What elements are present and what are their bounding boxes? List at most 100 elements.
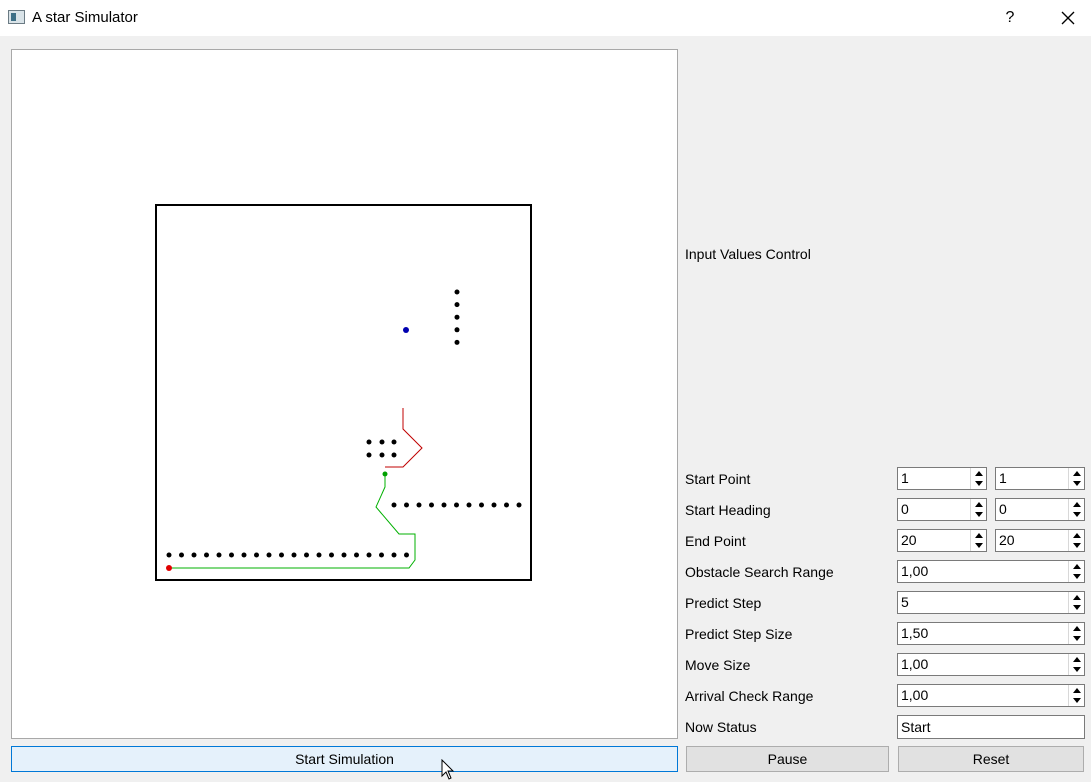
obstacle-dot (454, 327, 460, 333)
predict-step-label: Predict Step (685, 595, 762, 611)
spinbox-value: 20 (999, 532, 1015, 548)
obstacle-dot (316, 552, 322, 558)
spinbox-value: 1,00 (901, 656, 929, 672)
obstacle-dot (241, 552, 247, 558)
end-point-y-spinbox[interactable]: 20 (995, 529, 1085, 552)
spin-down-arrow-icon[interactable] (1070, 571, 1084, 581)
start-heading-label: Start Heading (685, 502, 771, 518)
window-title: A star Simulator (32, 9, 138, 26)
spin-up-arrow-icon[interactable] (1070, 530, 1084, 540)
predict-step-size-label: Predict Step Size (685, 626, 793, 642)
obstacle-search-range-spinbox[interactable]: 1,00 (897, 560, 1085, 583)
spin-up-arrow-icon[interactable] (1070, 685, 1084, 695)
obstacle-dot (191, 552, 197, 558)
spinbox-value: 1,50 (901, 625, 929, 641)
start-simulation-button[interactable]: Start Simulation (11, 746, 678, 772)
spinbox-value: 0 (999, 501, 1007, 517)
end-point-x-spinbox[interactable]: 20 (897, 529, 987, 552)
obstacle-dot (179, 552, 184, 558)
start-heading-a-spinbox[interactable]: 0 (897, 498, 987, 521)
obstacle-dot (441, 502, 447, 508)
end-point-label: End Point (685, 533, 746, 549)
spin-down-arrow-icon[interactable] (1070, 509, 1084, 519)
obstacle-dot (504, 502, 509, 508)
spin-down-arrow-icon[interactable] (1070, 478, 1084, 488)
obstacle-dot (479, 502, 484, 508)
obstacle-dot (391, 502, 397, 508)
obstacle-dot (366, 439, 372, 445)
move-size-spinbox[interactable]: 1,00 (897, 653, 1085, 676)
obstacle-dot (454, 502, 459, 508)
obstacle-dot (204, 552, 209, 558)
obstacle-dot (379, 552, 384, 558)
pause-button[interactable]: Pause (686, 746, 889, 772)
obstacle-dot (404, 552, 409, 558)
obstacle-dot (416, 502, 422, 508)
spin-down-arrow-icon[interactable] (1070, 695, 1084, 705)
spinbox-value: 20 (901, 532, 917, 548)
start-point-y-spinbox[interactable]: 1 (995, 467, 1085, 490)
spin-up-arrow-icon[interactable] (1070, 623, 1084, 633)
spinbox-value: 1 (999, 470, 1007, 486)
spin-up-arrow-icon[interactable] (1070, 499, 1084, 509)
obstacle-dot (454, 339, 460, 345)
obstacle-dot (391, 552, 397, 558)
goal-point-marker (403, 327, 409, 333)
spin-up-arrow-icon[interactable] (1070, 468, 1084, 478)
arrival-check-range-spinbox[interactable]: 1,00 (897, 684, 1085, 707)
map-view (155, 204, 532, 581)
move-size-label: Move Size (685, 657, 751, 673)
obstacle-dot (466, 502, 472, 508)
obstacle-dot (454, 289, 460, 295)
spin-down-arrow-icon[interactable] (972, 478, 986, 488)
map-boundary (155, 204, 532, 581)
obstacle-dot (216, 552, 222, 558)
close-button[interactable] (1054, 6, 1082, 30)
spin-down-arrow-icon[interactable] (1070, 602, 1084, 612)
spin-up-arrow-icon[interactable] (972, 468, 986, 478)
obstacle-dot (354, 552, 359, 558)
spin-up-arrow-icon[interactable] (1070, 561, 1084, 571)
arrival-check-range-label: Arrival Check Range (685, 688, 814, 704)
predict-step-spinbox[interactable]: 5 (897, 591, 1085, 614)
obstacle-dot (279, 552, 284, 558)
start-point-marker (166, 565, 172, 571)
obstacle-dot (254, 552, 259, 558)
predict-step-size-spinbox[interactable]: 1,50 (897, 622, 1085, 645)
help-button[interactable]: ? (996, 6, 1024, 30)
current-position-marker (382, 471, 388, 477)
control-panel-heading: Input Values Control (685, 246, 811, 262)
obstacle-dot (291, 552, 297, 558)
spin-down-arrow-icon[interactable] (972, 540, 986, 550)
spin-down-arrow-icon[interactable] (1070, 540, 1084, 550)
spinbox-value: 1 (901, 470, 909, 486)
obstacle-dot (366, 452, 372, 458)
obstacle-dot (329, 552, 334, 558)
obstacle-dot (341, 552, 347, 558)
start-heading-b-spinbox[interactable]: 0 (995, 498, 1085, 521)
spinbox-value: 1,00 (901, 563, 929, 579)
spin-down-arrow-icon[interactable] (1070, 664, 1084, 674)
obstacle-dot (166, 552, 172, 558)
obstacle-dot (229, 552, 234, 558)
spin-up-arrow-icon[interactable] (1070, 592, 1084, 602)
spin-down-arrow-icon[interactable] (1070, 633, 1084, 643)
app-icon (8, 10, 25, 24)
obstacle-search-range-label: Obstacle Search Range (685, 564, 834, 580)
start-point-label: Start Point (685, 471, 751, 487)
start-point-x-spinbox[interactable]: 1 (897, 467, 987, 490)
spin-up-arrow-icon[interactable] (972, 530, 986, 540)
obstacle-dot (429, 502, 434, 508)
simulation-canvas[interactable] (11, 49, 678, 739)
spin-down-arrow-icon[interactable] (972, 509, 986, 519)
spinbox-value: 5 (901, 594, 909, 610)
obstacle-dot (454, 314, 460, 320)
obstacle-dot (266, 552, 272, 558)
reset-button[interactable]: Reset (898, 746, 1084, 772)
obstacle-dot (491, 502, 497, 508)
spin-up-arrow-icon[interactable] (1070, 654, 1084, 664)
obstacle-dot (454, 302, 460, 308)
spinbox-value: 1,00 (901, 687, 929, 703)
spin-up-arrow-icon[interactable] (972, 499, 986, 509)
now-status-field[interactable]: Start (897, 715, 1085, 739)
